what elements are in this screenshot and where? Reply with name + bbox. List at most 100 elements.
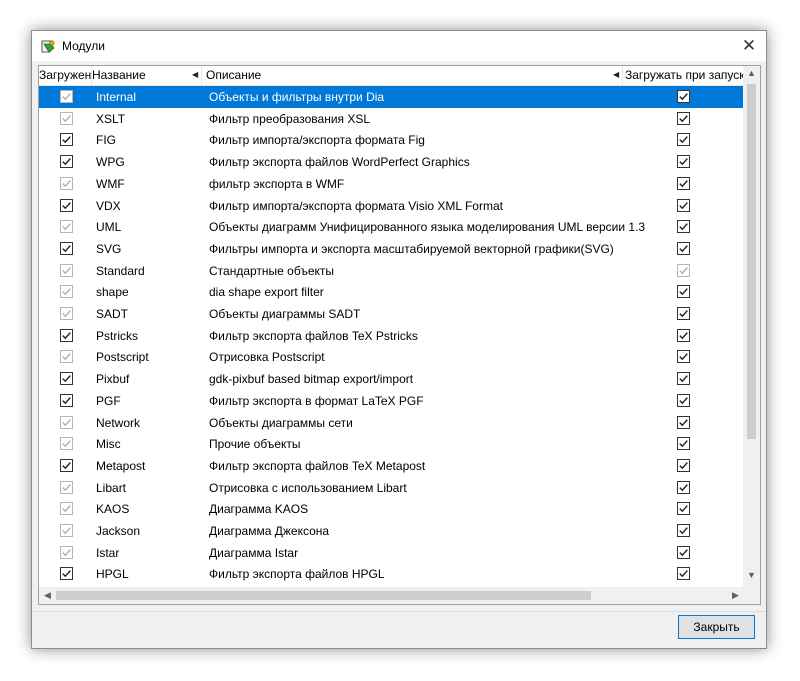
loaded-checkbox[interactable] [60,198,73,212]
dia-app-icon [41,39,57,55]
column-header-loaded[interactable]: Загружен [39,66,91,85]
table-row[interactable]: Pixbuf gdk-pixbuf based bitmap export/imp… [39,368,745,390]
table-row[interactable]: shape dia shape export filter [39,281,745,303]
module-description: Прочие объекты [209,437,301,452]
module-name: KAOS [96,502,130,517]
table-row[interactable]: WPG Фильтр экспорта файлов WordPerfect Gr… [39,151,745,173]
table-row[interactable]: Standard Стандартные объекты [39,260,745,282]
loaded-checkbox [60,502,73,516]
module-description: Объекты и фильтры внутри Dia [209,90,385,104]
autoload-checkbox[interactable] [677,176,690,190]
close-button[interactable]: Закрыть [678,615,755,639]
autoload-checkbox[interactable] [677,328,690,342]
close-icon[interactable]: ✕ [732,31,766,61]
column-divider[interactable] [201,66,202,85]
table-row[interactable]: Metapost Фильтр экспорта файлов TeX Metap… [39,455,745,477]
scroll-up-icon[interactable]: ▲ [747,68,756,78]
autoload-checkbox[interactable] [677,502,690,516]
autoload-checkbox[interactable] [677,155,690,169]
column-header-autoload[interactable]: Загружать при запуске [625,66,745,85]
scroll-left-icon[interactable]: ◀ [44,590,51,601]
table-row[interactable]: SVG Фильтры импорта и экспорта масштабиру… [39,238,745,260]
module-description: Фильтры импорта и экспорта масштабируемо… [209,241,614,256]
loaded-checkbox[interactable] [60,372,73,386]
module-name: Libart [96,480,127,495]
horizontal-scrollbar[interactable]: ◀ ▶ [39,587,745,604]
module-name: XSLT [96,111,126,126]
table-row[interactable]: SADT Объекты диаграммы SADT [39,303,745,325]
autoload-checkbox[interactable] [677,393,690,407]
table-row[interactable]: Postscript Отрисовка Postscript [39,346,745,368]
module-description: Стандартные объекты [209,263,334,278]
loaded-checkbox[interactable] [60,328,73,342]
autoload-checkbox[interactable] [677,198,690,212]
table-row[interactable]: Libart Отрисовка с использованием Libart [39,477,745,499]
module-name: Misc [96,437,121,452]
module-description: Фильтр экспорта файлов TeX Pstricks [209,328,418,343]
table-row[interactable]: Misc Прочие объекты [39,433,745,455]
table-row[interactable]: XSLT Фильтр преобразования XSL [39,108,745,130]
autoload-checkbox[interactable] [677,133,690,147]
autoload-checkbox[interactable] [677,111,690,125]
vertical-scrollbar[interactable]: ▲ ▼ [743,66,760,587]
autoload-checkbox[interactable] [677,415,690,429]
module-description: Объекты диаграммы GRAFCET [209,585,386,586]
table-row[interactable]: Network Объекты диаграммы сети [39,412,745,434]
module-description: dia shape export filter [209,285,324,300]
loaded-checkbox[interactable] [60,155,73,169]
table-row[interactable]: HPGL Фильтр экспорта файлов HPGL [39,563,745,585]
table-row[interactable]: Istar Диаграмма Istar [39,542,745,564]
loaded-checkbox[interactable] [60,567,73,581]
table-row[interactable]: UML Объекты диаграмм Унифицированного язы… [39,216,745,238]
module-description: Диаграмма Джексона [209,524,330,538]
module-name: VDX [96,198,121,213]
module-description: Фильтр импорта/экспорта формата Visio XM… [209,198,503,213]
table-row[interactable]: WMF фильтр экспорта в WMF [39,173,745,195]
scroll-down-icon[interactable]: ▼ [747,570,756,580]
module-name: Network [96,415,141,430]
horizontal-scroll-thumb[interactable] [56,591,591,600]
module-name: Internal [96,90,137,104]
autoload-checkbox[interactable] [677,567,690,581]
autoload-checkbox[interactable] [677,285,690,299]
column-header-name[interactable]: Название [92,66,192,85]
autoload-checkbox[interactable] [677,372,690,386]
scroll-right-icon[interactable]: ▶ [732,590,739,601]
table-row[interactable]: VDX Фильтр импорта/экспорта формата Visio… [39,195,745,217]
loaded-checkbox[interactable] [60,458,73,472]
loaded-checkbox[interactable] [60,133,73,147]
autoload-checkbox[interactable] [677,307,690,320]
module-description: Диаграмма Istar [209,545,299,560]
table-row[interactable]: PGF Фильтр экспорта в формат LaTeX PGF [39,390,745,412]
table-row[interactable]: KAOS Диаграмма KAOS [39,498,745,520]
table-row[interactable]: Jackson Диаграмма Джексона [39,520,745,542]
column-header-description[interactable]: Описание [206,66,606,85]
autoload-checkbox[interactable] [677,545,690,559]
table-row[interactable]: Internal Объекты и фильтры внутри Dia [39,86,745,108]
autoload-checkbox[interactable] [677,437,690,451]
loaded-checkbox [60,220,73,234]
autoload-checkbox [677,263,690,277]
autoload-checkbox[interactable] [677,241,690,255]
autoload-checkbox[interactable] [677,350,690,364]
loaded-checkbox [60,545,73,559]
autoload-checkbox[interactable] [677,458,690,472]
loaded-checkbox [60,90,73,103]
modules-list[interactable]: Загружен Название ◀ Описание ◀ Загружать… [38,65,761,605]
scroll-corner [743,587,760,604]
autoload-checkbox[interactable] [677,480,690,494]
autoload-checkbox[interactable] [677,90,690,103]
autoload-checkbox[interactable] [677,524,690,537]
vertical-scroll-thumb[interactable] [747,84,756,439]
table-row[interactable]: GRAFCET Объекты диаграммы GRAFCET [39,585,745,586]
loaded-checkbox [60,480,73,494]
column-divider[interactable] [622,66,623,85]
table-row[interactable]: FIG Фильтр импорта/экспорта формата Fig [39,129,745,151]
module-name: PGF [96,393,121,408]
table-row[interactable]: Pstricks Фильтр экспорта файлов TeX Pstri… [39,325,745,347]
autoload-checkbox[interactable] [677,220,690,234]
module-name: WMF [96,176,125,191]
loaded-checkbox[interactable] [60,393,73,407]
footer-divider [32,611,766,612]
loaded-checkbox[interactable] [60,241,73,255]
